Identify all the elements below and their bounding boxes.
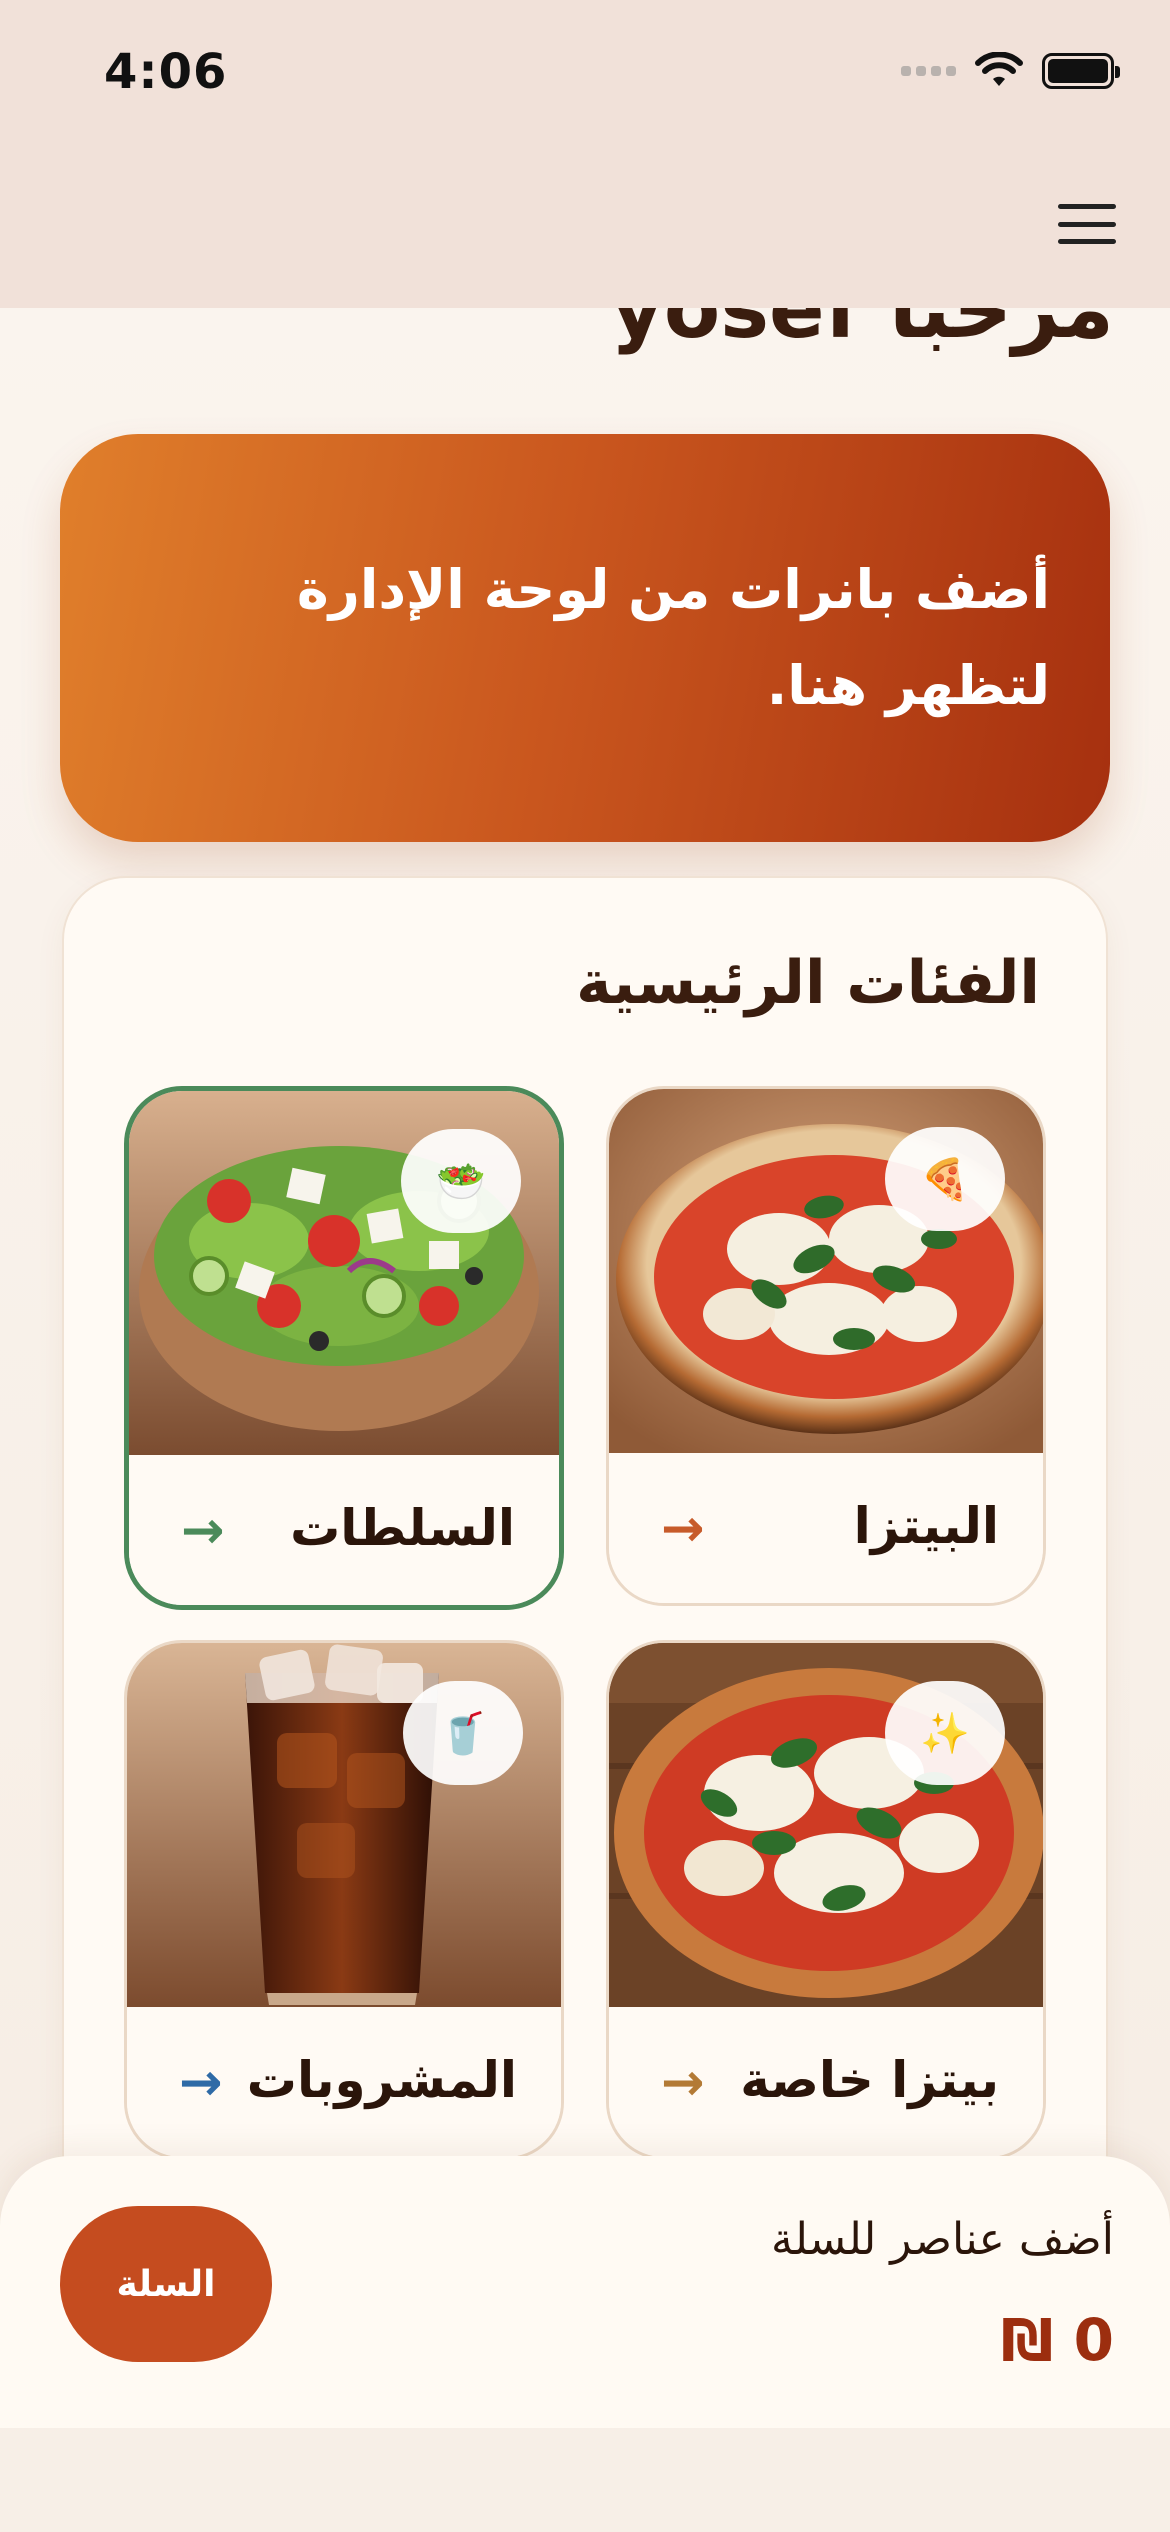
- salad-image: 🥗: [129, 1091, 559, 1455]
- cellular-signal-icon: [901, 66, 956, 76]
- category-label: بيتزا خاصة: [740, 2051, 999, 2109]
- arrow-right-icon: →: [179, 2053, 223, 2113]
- arrow-right-icon: →: [661, 2053, 705, 2113]
- arrow-right-icon: →: [181, 1501, 225, 1561]
- drinks-image: 🥤: [127, 1643, 561, 2007]
- category-tile-drinks[interactable]: 🥤 المشروبات →: [124, 1640, 564, 2160]
- cart-hint: أضف عناصر للسلة: [770, 2214, 1114, 2265]
- status-time: 4:06: [104, 44, 228, 100]
- home-indicator-area: [0, 2428, 1170, 2532]
- drink-badge-icon: 🥤: [403, 1681, 523, 1785]
- category-label: البيتزا: [853, 1497, 999, 1555]
- category-label: المشروبات: [246, 2051, 517, 2109]
- top-header: 4:06: [0, 0, 1170, 308]
- category-tile-pizza[interactable]: 🍕 البيتزا →: [606, 1086, 1046, 1606]
- category-tile-salads[interactable]: 🥗 السلطات →: [124, 1086, 564, 1610]
- sparkles-badge-icon: ✨: [885, 1681, 1005, 1785]
- special-pizza-image: ✨: [609, 1643, 1043, 2007]
- app-screen: 4:06 مرحبا yosef أضف بانرات من لوحة الإد…: [0, 0, 1170, 2532]
- salad-badge-icon: 🥗: [401, 1129, 521, 1233]
- wifi-icon: [975, 52, 1023, 86]
- arrow-right-icon: →: [661, 1499, 705, 1559]
- cart-total: 0 ₪: [1000, 2306, 1114, 2374]
- pizza-image: 🍕: [609, 1089, 1043, 1453]
- category-label: السلطات: [290, 1499, 515, 1557]
- categories-section: الفئات الرئيسية 🍕 البيتزا → 🥗 السلطات → …: [62, 876, 1108, 2276]
- promo-banner[interactable]: أضف بانرات من لوحة الإدارة لتظهر هنا.: [60, 434, 1110, 842]
- category-tile-special-pizza[interactable]: ✨ بيتزا خاصة →: [606, 1640, 1046, 2160]
- status-icons: [901, 52, 1120, 90]
- battery-icon: [1042, 53, 1120, 89]
- categories-title: الفئات الرئيسية: [576, 948, 1040, 1018]
- banner-text: أضف بانرات من لوحة الإدارة لتظهر هنا.: [296, 558, 1050, 717]
- cart-bar: السلة أضف عناصر للسلة 0 ₪: [0, 2156, 1170, 2532]
- menu-icon[interactable]: [1058, 204, 1116, 244]
- pizza-badge-icon: 🍕: [885, 1127, 1005, 1231]
- cart-button[interactable]: السلة: [60, 2206, 272, 2362]
